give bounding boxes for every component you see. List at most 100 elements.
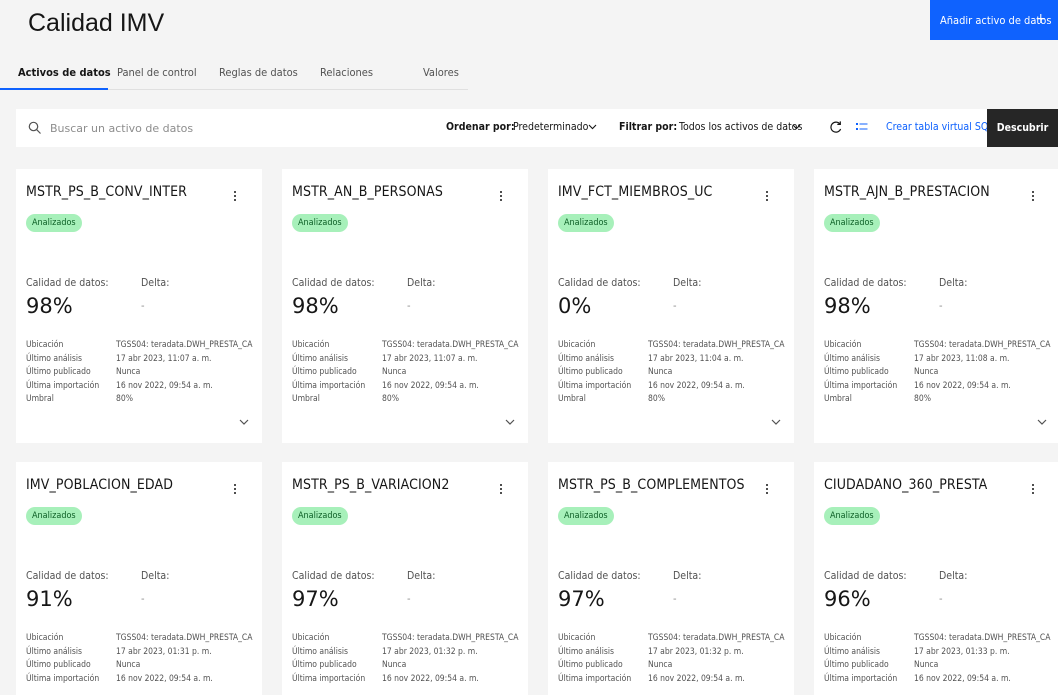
meta-last-import-row: Última importación 16 nov 2022, 09:54 a.… <box>824 674 1054 688</box>
sort-dropdown[interactable]: Predeterminado <box>513 121 588 133</box>
meta-last-published-label: Último publicado <box>558 367 623 377</box>
asset-name[interactable]: MSTR_PS_B_CONV_INTER <box>26 184 187 200</box>
asset-card[interactable]: MSTR_AN_B_PERSONAS Analizados Calidad de… <box>282 169 528 443</box>
asset-name[interactable]: MSTR_AN_B_PERSONAS <box>292 184 443 200</box>
asset-card[interactable]: IMV_FCT_MIEMBROS_UC Analizados Calidad d… <box>548 169 794 443</box>
overflow-menu-icon[interactable] <box>495 482 507 496</box>
meta-last-import-row: Última importación 16 nov 2022, 09:54 a.… <box>824 381 1054 395</box>
overflow-menu-icon[interactable] <box>229 482 241 496</box>
expand-chevron-down-icon[interactable] <box>238 417 250 427</box>
delta-value: - <box>673 592 677 605</box>
meta-last-import-row: Última importación 16 nov 2022, 09:54 a.… <box>292 381 522 395</box>
meta-location-row: Ubicación TGSS04: teradata.DWH_PRESTA_CA <box>824 633 1054 647</box>
discover-button[interactable]: Descubrir <box>987 109 1058 147</box>
overflow-menu-icon[interactable] <box>229 189 241 203</box>
asset-name[interactable]: CIUDADANO_360_PRESTA <box>824 477 987 493</box>
meta-last-analysis-label: Último análisis <box>824 646 880 657</box>
asset-name[interactable]: MSTR_PS_B_COMPLEMENTOS <box>558 477 745 493</box>
meta-threshold-value: 80% <box>382 394 399 404</box>
meta-last-published-value: Nunca <box>648 367 673 377</box>
meta-last-analysis-value: 17 abr 2023, 11:07 a. m. <box>116 353 212 364</box>
delta-value: - <box>407 299 411 312</box>
overflow-menu-icon[interactable] <box>1027 482 1039 496</box>
search-input[interactable] <box>50 117 350 139</box>
quality-label: Calidad de datos: <box>26 277 109 289</box>
tab-panel-de-control[interactable]: Panel de control <box>117 66 197 79</box>
meta-last-import-label: Última importación <box>558 380 632 391</box>
asset-metadata: Ubicación TGSS04: teradata.DWH_PRESTA_CA… <box>558 340 788 408</box>
filter-chevron-down-icon[interactable] <box>792 124 801 130</box>
quality-label: Calidad de datos: <box>292 277 375 289</box>
asset-card[interactable]: MSTR_PS_B_CONV_INTER Analizados Calidad … <box>16 169 262 443</box>
meta-last-import-value: 16 nov 2022, 09:54 a. m. <box>382 380 479 391</box>
sort-chevron-down-icon[interactable] <box>588 124 597 130</box>
meta-threshold-row: Umbral 80% <box>558 394 788 408</box>
quality-score: 98% <box>292 294 339 318</box>
asset-metadata: Ubicación TGSS04: teradata.DWH_PRESTA_CA… <box>824 633 1054 687</box>
tab-relaciones[interactable]: Relaciones <box>320 66 373 79</box>
quality-score: 97% <box>292 587 339 611</box>
overflow-menu-icon[interactable] <box>761 482 773 496</box>
meta-last-import-value: 16 nov 2022, 09:54 a. m. <box>648 380 745 391</box>
expand-chevron-down-icon[interactable] <box>770 417 782 427</box>
add-data-asset-button[interactable]: Añadir activo de datos + <box>930 0 1058 40</box>
asset-name[interactable]: MSTR_AJN_B_PRESTACION <box>824 184 990 200</box>
meta-last-analysis-label: Último análisis <box>558 646 614 657</box>
meta-threshold-label: Umbral <box>824 394 852 404</box>
asset-card[interactable]: CIUDADANO_360_PRESTA Analizados Calidad … <box>814 462 1058 695</box>
meta-location-value: TGSS04: teradata.DWH_PRESTA_CA <box>116 633 253 643</box>
expand-chevron-down-icon[interactable] <box>1036 417 1048 427</box>
refresh-icon[interactable] <box>828 119 844 135</box>
meta-location-label: Ubicación <box>26 633 64 643</box>
delta-label: Delta: <box>939 277 968 289</box>
meta-location-label: Ubicación <box>558 633 596 643</box>
asset-name[interactable]: IMV_POBLACION_EDAD <box>26 477 173 493</box>
asset-name[interactable]: MSTR_PS_B_VARIACION2 <box>292 477 449 493</box>
meta-last-published-label: Último publicado <box>824 660 889 670</box>
meta-last-published-row: Último publicado Nunca <box>824 660 1054 674</box>
meta-last-import-value: 16 nov 2022, 09:54 a. m. <box>914 673 1011 684</box>
meta-last-analysis-label: Último análisis <box>292 646 348 657</box>
tab-reglas-de-datos[interactable]: Reglas de datos <box>219 66 298 79</box>
delta-label: Delta: <box>939 570 968 582</box>
quality-label: Calidad de datos: <box>558 570 641 582</box>
meta-last-published-label: Último publicado <box>26 660 91 670</box>
meta-location-value: TGSS04: teradata.DWH_PRESTA_CA <box>648 340 785 350</box>
filter-dropdown[interactable]: Todos los activos de datos <box>679 121 802 133</box>
meta-last-analysis-label: Último análisis <box>26 646 82 657</box>
page-header: Calidad IMV Añadir activo de datos + <box>0 0 1058 60</box>
overflow-menu-icon[interactable] <box>761 189 773 203</box>
active-tab-indicator <box>0 88 108 90</box>
status-badge: Analizados <box>824 507 880 525</box>
meta-last-analysis-row: Último análisis 17 abr 2023, 11:08 a. m. <box>824 354 1054 368</box>
asset-metadata: Ubicación TGSS04: teradata.DWH_PRESTA_CA… <box>824 340 1054 408</box>
status-badge: Analizados <box>558 507 614 525</box>
asset-card[interactable]: IMV_POBLACION_EDAD Analizados Calidad de… <box>16 462 262 695</box>
meta-last-analysis-value: 17 abr 2023, 01:33 p. m. <box>914 646 1010 657</box>
status-badge: Analizados <box>26 507 82 525</box>
expand-chevron-down-icon[interactable] <box>504 417 516 427</box>
meta-last-import-label: Última importación <box>824 380 898 391</box>
quality-score: 91% <box>26 587 73 611</box>
asset-card[interactable]: MSTR_PS_B_COMPLEMENTOS Analizados Calida… <box>548 462 794 695</box>
asset-card[interactable]: MSTR_PS_B_VARIACION2 Analizados Calidad … <box>282 462 528 695</box>
create-virtual-table-link[interactable]: Crear tabla virtual SQL <box>886 121 994 133</box>
asset-card[interactable]: MSTR_AJN_B_PRESTACION Analizados Calidad… <box>814 169 1058 443</box>
meta-last-analysis-label: Último análisis <box>558 353 614 364</box>
tab-divider <box>108 89 468 90</box>
meta-last-analysis-value: 17 abr 2023, 11:04 a. m. <box>648 353 744 364</box>
meta-last-published-value: Nunca <box>382 367 407 377</box>
meta-last-import-row: Última importación 16 nov 2022, 09:54 a.… <box>26 381 256 395</box>
meta-last-import-value: 16 nov 2022, 09:54 a. m. <box>382 673 479 684</box>
search-icon <box>28 121 41 134</box>
overflow-menu-icon[interactable] <box>1027 189 1039 203</box>
list-settings-icon[interactable] <box>854 119 870 135</box>
meta-last-published-row: Último publicado Nunca <box>558 660 788 674</box>
asset-name[interactable]: IMV_FCT_MIEMBROS_UC <box>558 184 712 200</box>
tab-valores[interactable]: Valores <box>423 66 459 79</box>
tab-activos-de-datos[interactable]: Activos de datos <box>18 66 111 79</box>
overflow-menu-icon[interactable] <box>495 189 507 203</box>
meta-threshold-value: 80% <box>116 394 133 404</box>
quality-score: 98% <box>26 294 73 318</box>
asset-metadata: Ubicación TGSS04: teradata.DWH_PRESTA_CA… <box>26 633 256 687</box>
